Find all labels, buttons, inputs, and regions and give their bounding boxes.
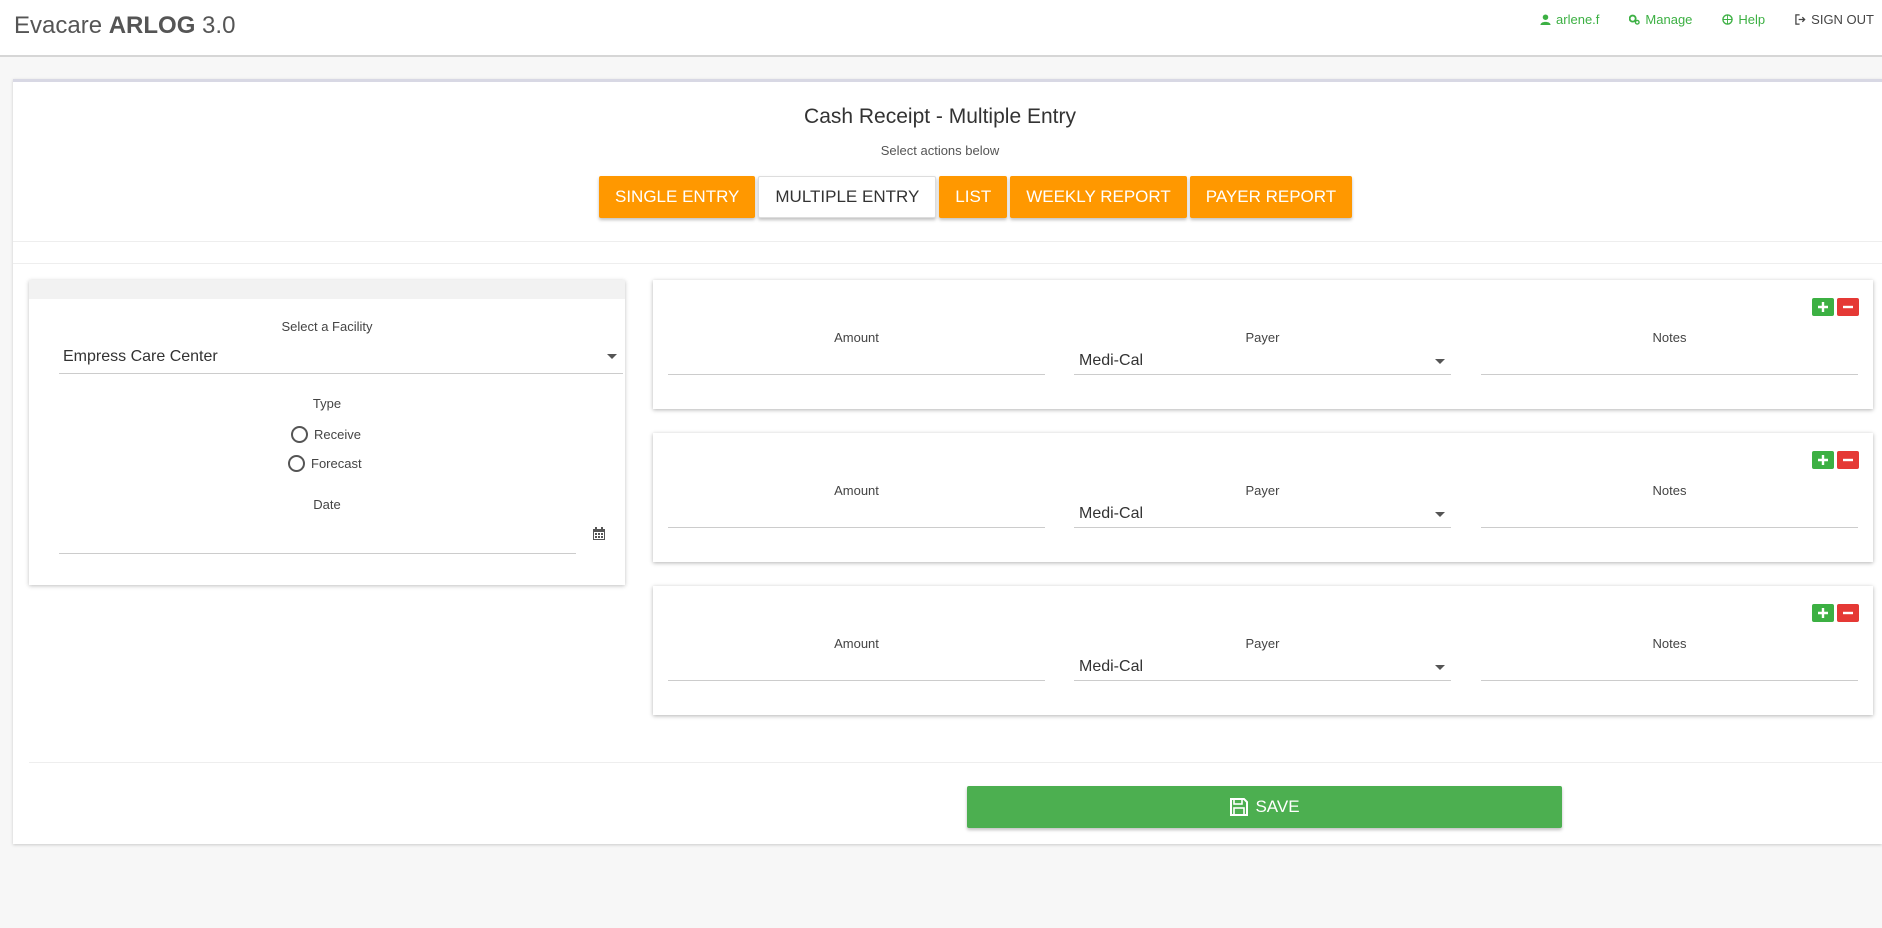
gears-icon <box>1629 14 1641 25</box>
facility-label: Select a Facility <box>281 319 373 334</box>
remove-row-button[interactable] <box>1837 604 1859 622</box>
entry-row-controls <box>1812 298 1859 316</box>
chevron-down-icon <box>1435 665 1445 670</box>
save-label: SAVE <box>1255 797 1300 816</box>
app-brand[interactable]: Evacare ARLOG 3.0 <box>14 12 235 40</box>
minus-icon <box>1843 305 1853 309</box>
user-icon <box>1540 14 1551 25</box>
calendar-icon[interactable] <box>591 526 607 542</box>
chevron-down-icon <box>607 354 617 359</box>
minus-icon <box>1843 611 1853 615</box>
minus-icon <box>1843 458 1853 462</box>
radio-receive-label: Receive <box>314 427 361 442</box>
user-label: arlene.f <box>1556 12 1600 27</box>
notes-input[interactable] <box>1481 646 1858 681</box>
entry-row-controls <box>1812 604 1859 622</box>
radio-forecast[interactable]: Forecast <box>288 455 362 472</box>
payer-value: Medi-Cal <box>1079 352 1144 369</box>
top-nav: arlene.f Manage Help SIGN OUT <box>1540 12 1874 27</box>
notes-input[interactable] <box>1481 493 1858 528</box>
help-link[interactable]: Help <box>1722 12 1765 27</box>
add-row-button[interactable] <box>1812 451 1834 469</box>
entry-row: Amount Payer Medi-Cal Notes <box>653 280 1873 409</box>
manage-label: Manage <box>1645 12 1693 27</box>
date-label: Date <box>313 497 341 512</box>
signout-link[interactable]: SIGN OUT <box>1795 12 1874 27</box>
radio-circle <box>288 455 305 472</box>
plus-icon <box>1818 455 1828 465</box>
payer-report-button[interactable]: PAYER REPORT <box>1189 176 1353 218</box>
plus-icon <box>1818 608 1828 618</box>
page-title: Cash Receipt - Multiple Entry <box>804 105 1076 128</box>
user-link[interactable]: arlene.f <box>1540 12 1599 27</box>
help-label: Help <box>1738 12 1766 27</box>
brand-prefix: Evacare <box>14 12 109 39</box>
chevron-down-icon <box>1435 512 1445 517</box>
list-button[interactable]: LIST <box>939 176 1008 218</box>
signout-icon <box>1795 14 1806 25</box>
chevron-down-icon <box>1435 359 1445 364</box>
entry-row: Amount Payer Medi-Cal Notes <box>653 433 1873 562</box>
amount-input[interactable] <box>668 493 1045 528</box>
facility-card: Select a Facility Empress Care Center Ty… <box>29 280 625 585</box>
brand-version: 3.0 <box>195 12 236 39</box>
amount-input[interactable] <box>668 340 1045 375</box>
payer-value: Medi-Cal <box>1079 505 1144 522</box>
payer-value: Medi-Cal <box>1079 658 1144 675</box>
date-input[interactable] <box>59 518 576 554</box>
single-entry-button[interactable]: SINGLE ENTRY <box>599 176 756 218</box>
weekly-report-button[interactable]: WEEKLY REPORT <box>1010 176 1187 218</box>
manage-link[interactable]: Manage <box>1629 12 1692 27</box>
radio-circle <box>291 426 308 443</box>
floppy-disk-icon <box>1230 798 1249 816</box>
facility-select[interactable]: Empress Care Center <box>59 340 623 374</box>
entry-row: Amount Payer Medi-Cal Notes <box>653 586 1873 715</box>
divider <box>29 762 1882 763</box>
payer-select[interactable]: Medi-Cal <box>1074 340 1451 375</box>
notes-input[interactable] <box>1481 340 1858 375</box>
top-bar: Evacare ARLOG 3.0 arlene.f Manage Help S… <box>0 0 1882 57</box>
payer-select[interactable]: Medi-Cal <box>1074 646 1451 681</box>
radio-receive[interactable]: Receive <box>291 426 361 443</box>
save-button[interactable]: SAVE <box>967 786 1562 828</box>
card-header <box>29 280 625 299</box>
payer-select[interactable]: Medi-Cal <box>1074 493 1451 528</box>
plus-icon <box>1818 302 1828 312</box>
divider <box>13 241 1882 242</box>
amount-input[interactable] <box>668 646 1045 681</box>
page-subtitle: Select actions below <box>880 143 1000 158</box>
brand-bold: ARLOG <box>108 12 196 39</box>
entry-row-controls <box>1812 451 1859 469</box>
type-label: Type <box>312 396 342 411</box>
action-buttons: SINGLE ENTRY MULTIPLE ENTRY LIST WEEKLY … <box>599 176 1353 218</box>
divider <box>13 263 1882 264</box>
multiple-entry-button[interactable]: MULTIPLE ENTRY <box>758 176 937 218</box>
remove-row-button[interactable] <box>1837 451 1859 469</box>
facility-value: Empress Care Center <box>63 348 218 365</box>
remove-row-button[interactable] <box>1837 298 1859 316</box>
signout-label: SIGN OUT <box>1811 12 1874 27</box>
radio-forecast-label: Forecast <box>311 456 362 471</box>
add-row-button[interactable] <box>1812 298 1834 316</box>
globe-icon <box>1722 14 1734 25</box>
add-row-button[interactable] <box>1812 604 1834 622</box>
